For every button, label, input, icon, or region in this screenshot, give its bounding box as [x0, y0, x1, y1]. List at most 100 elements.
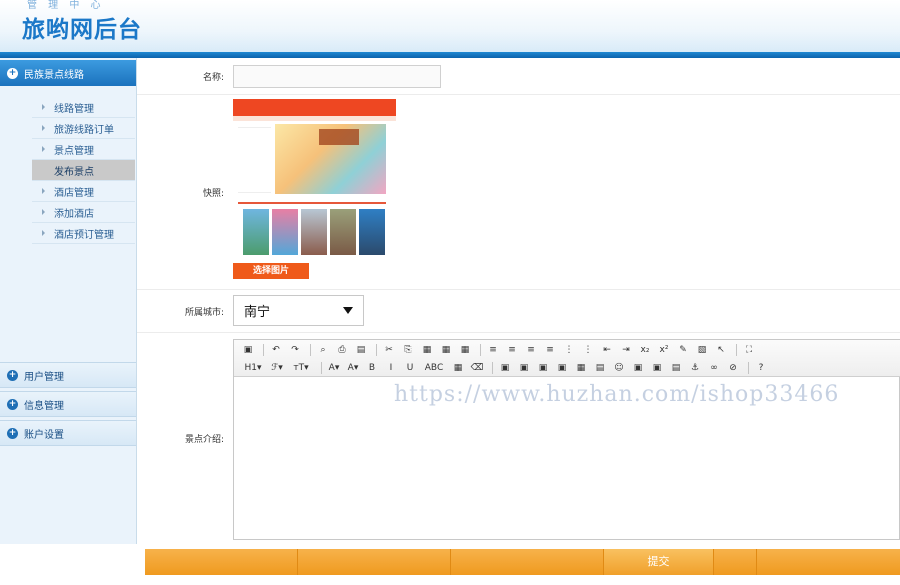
sidebar-section-label: 信息管理: [24, 400, 64, 412]
sidebar-section-label: 账户设置: [24, 429, 64, 441]
toolbar-button-icon[interactable]: A▾: [326, 361, 342, 375]
sidebar-section-info[interactable]: + 信息管理: [0, 391, 136, 417]
toolbar-button-icon[interactable]: I: [383, 361, 399, 375]
toolbar-button-icon[interactable]: тT▾: [288, 361, 314, 375]
toolbar-button-icon[interactable]: ▦: [573, 361, 589, 375]
toolbar-button-icon[interactable]: ≡: [542, 343, 558, 357]
sidebar-item-label: 旅游线路订单: [54, 124, 114, 136]
toolbar-button-icon[interactable]: ABC: [421, 361, 447, 375]
editor-toolbar-row-2: H1▾ ℱ▾ тT▾ A▾ A▾ B I U ABC ▦ ⌫ ▣ ▣ ▣ ▣ ▦ ▤ ☺ ▣ ▣ ▤ ⚓ ∞ ⊘?: [240, 360, 772, 376]
sidebar-section-label: 民族景点线路: [24, 69, 84, 81]
toolbar-button-icon[interactable]: ▦: [419, 343, 435, 357]
toolbar-button-icon[interactable]: ∞: [706, 361, 722, 375]
toolbar-button-icon[interactable]: ✂: [381, 343, 397, 357]
toolbar-button-icon[interactable]: ▣: [497, 361, 513, 375]
toolbar-button-icon[interactable]: ⛶: [741, 343, 757, 357]
toolbar-button-icon[interactable]: ⚓: [687, 361, 703, 375]
toolbar-button-icon[interactable]: ⎘: [400, 343, 416, 357]
toolbar-button-icon[interactable]: ▣: [535, 361, 551, 375]
toolbar-button-icon[interactable]: ⋮: [580, 343, 596, 357]
toolbar-separator: [310, 344, 311, 356]
toolbar-button-icon[interactable]: ≡: [504, 343, 520, 357]
form-row-name: 名称:: [137, 58, 900, 95]
toolbar-button-icon[interactable]: ☺: [611, 361, 627, 375]
toolbar-button-icon[interactable]: ▣: [649, 361, 665, 375]
toolbar-button-icon[interactable]: ⎙: [334, 343, 350, 357]
sidebar-item-hotel-bookings[interactable]: 酒店预订管理: [32, 223, 135, 244]
toolbar-button-icon[interactable]: ▦: [438, 343, 454, 357]
toolbar-button-icon[interactable]: ▦: [450, 361, 466, 375]
toolbar-separator: [321, 362, 322, 374]
toolbar-button-icon[interactable]: ▧: [694, 343, 710, 357]
submit-bar-segment: [145, 549, 298, 575]
thumbnail-nav: [233, 99, 396, 116]
plus-icon: +: [7, 398, 18, 410]
toolbar-button-icon[interactable]: ▣: [554, 361, 570, 375]
arrow-right-icon: [42, 104, 45, 110]
sidebar-section-scenic-routes[interactable]: + 民族景点线路: [0, 60, 136, 86]
toolbar-button-icon[interactable]: ✎: [675, 343, 691, 357]
toolbar-button-icon[interactable]: ↖: [713, 343, 729, 357]
toolbar-button-icon[interactable]: ⌕: [315, 343, 331, 357]
submit-bar-segment: [714, 549, 757, 575]
sidebar-item-add-hotel[interactable]: 添加酒店: [32, 202, 135, 223]
submit-bar-segment: [298, 549, 451, 575]
arrow-right-icon: [42, 209, 45, 215]
toolbar-button-icon[interactable]: ≡: [485, 343, 501, 357]
toolbar-button-icon[interactable]: ↶: [268, 343, 284, 357]
toolbar-button-icon[interactable]: ≡: [523, 343, 539, 357]
toolbar-button-icon[interactable]: ⇥: [618, 343, 634, 357]
toolbar-button-icon[interactable]: ▤: [668, 361, 684, 375]
sidebar-item-scenic-management[interactable]: 景点管理: [32, 139, 135, 160]
rich-text-editor[interactable]: ▣ ↶ ↷ ⌕ ⎙ ▤ ✂ ⎘ ▦ ▦ ▦ ≡ ≡ ≡ ≡ ⋮ ⋮ ⇤ ⇥ x₂ x² ✎ ▧ ↖ ⛶ H1▾ ℱ▾ тT▾ A▾ A▾…: [233, 339, 900, 540]
plus-icon: +: [7, 427, 18, 439]
toolbar-button-icon[interactable]: ?: [753, 361, 769, 375]
toolbar-button-icon[interactable]: x²: [656, 343, 672, 357]
sidebar-section-users[interactable]: + 用户管理: [0, 362, 136, 388]
toolbar-separator: [492, 362, 493, 374]
choose-image-button[interactable]: 选择图片: [233, 263, 309, 279]
thumbnail-divider: [238, 202, 386, 204]
submit-button[interactable]: 提交: [604, 549, 714, 575]
editor-toolbar: ▣ ↶ ↷ ⌕ ⎙ ▤ ✂ ⎘ ▦ ▦ ▦ ≡ ≡ ≡ ≡ ⋮ ⋮ ⇤ ⇥ x₂ x² ✎ ▧ ↖ ⛶ H1▾ ℱ▾ тT▾ A▾ A▾…: [234, 340, 900, 377]
editor-toolbar-row-1: ▣ ↶ ↷ ⌕ ⎙ ▤ ✂ ⎘ ▦ ▦ ▦ ≡ ≡ ≡ ≡ ⋮ ⋮ ⇤ ⇥ x₂ x² ✎ ▧ ↖ ⛶: [240, 342, 760, 358]
thumbnail-banner-text: [319, 129, 359, 145]
sidebar-item-publish-scenic[interactable]: 发布景点: [32, 160, 135, 181]
toolbar-button-icon[interactable]: ▦: [457, 343, 473, 357]
toolbar-button-icon[interactable]: ▤: [353, 343, 369, 357]
thumbnail-photo: [359, 209, 385, 255]
sidebar-item-label: 发布景点: [54, 166, 94, 178]
toolbar-button-icon[interactable]: x₂: [637, 343, 653, 357]
toolbar-button-icon[interactable]: ▣: [516, 361, 532, 375]
city-label: 所属城市:: [184, 308, 224, 318]
toolbar-button-icon[interactable]: U: [402, 361, 418, 375]
toolbar-separator: [480, 344, 481, 356]
sidebar-item-hotel-management[interactable]: 酒店管理: [32, 181, 135, 202]
main-content: 名称: 快照: 选择图片 所属城市: 南宁 景点介绍: ▣ ↶ ↷ ⌕ ⎙ ▤ ✂ ⎘ ▦ ▦ ▦ ≡…: [137, 58, 900, 585]
toolbar-button-icon[interactable]: ⊘: [725, 361, 741, 375]
arrow-right-icon: [42, 188, 45, 194]
toolbar-button-icon[interactable]: A▾: [345, 361, 361, 375]
toolbar-button-icon[interactable]: ⋮: [561, 343, 577, 357]
toolbar-separator: [376, 344, 377, 356]
sidebar-item-label: 添加酒店: [54, 208, 94, 220]
name-input[interactable]: [233, 65, 441, 88]
intro-label: 景点介绍:: [184, 435, 224, 445]
toolbar-button-icon[interactable]: ↷: [287, 343, 303, 357]
thumbnail-photo: [272, 209, 298, 255]
toolbar-button-icon[interactable]: ℱ▾: [269, 361, 285, 375]
toolbar-button-icon[interactable]: ⇤: [599, 343, 615, 357]
sidebar-section-account[interactable]: + 账户设置: [0, 420, 136, 446]
arrow-right-icon: [42, 125, 45, 131]
toolbar-button-icon[interactable]: ⌫: [469, 361, 485, 375]
sidebar-item-route-orders[interactable]: 旅游线路订单: [32, 118, 135, 139]
thumbnail-subnav: [233, 116, 396, 121]
toolbar-button-icon[interactable]: ▣: [240, 343, 256, 357]
toolbar-button-icon[interactable]: B: [364, 361, 380, 375]
toolbar-button-icon[interactable]: H1▾: [240, 361, 266, 375]
city-select[interactable]: 南宁: [233, 295, 364, 326]
sidebar-item-route-management[interactable]: 线路管理: [32, 97, 135, 118]
toolbar-button-icon[interactable]: ▤: [592, 361, 608, 375]
toolbar-button-icon[interactable]: ▣: [630, 361, 646, 375]
snapshot-thumbnail: [233, 99, 396, 259]
